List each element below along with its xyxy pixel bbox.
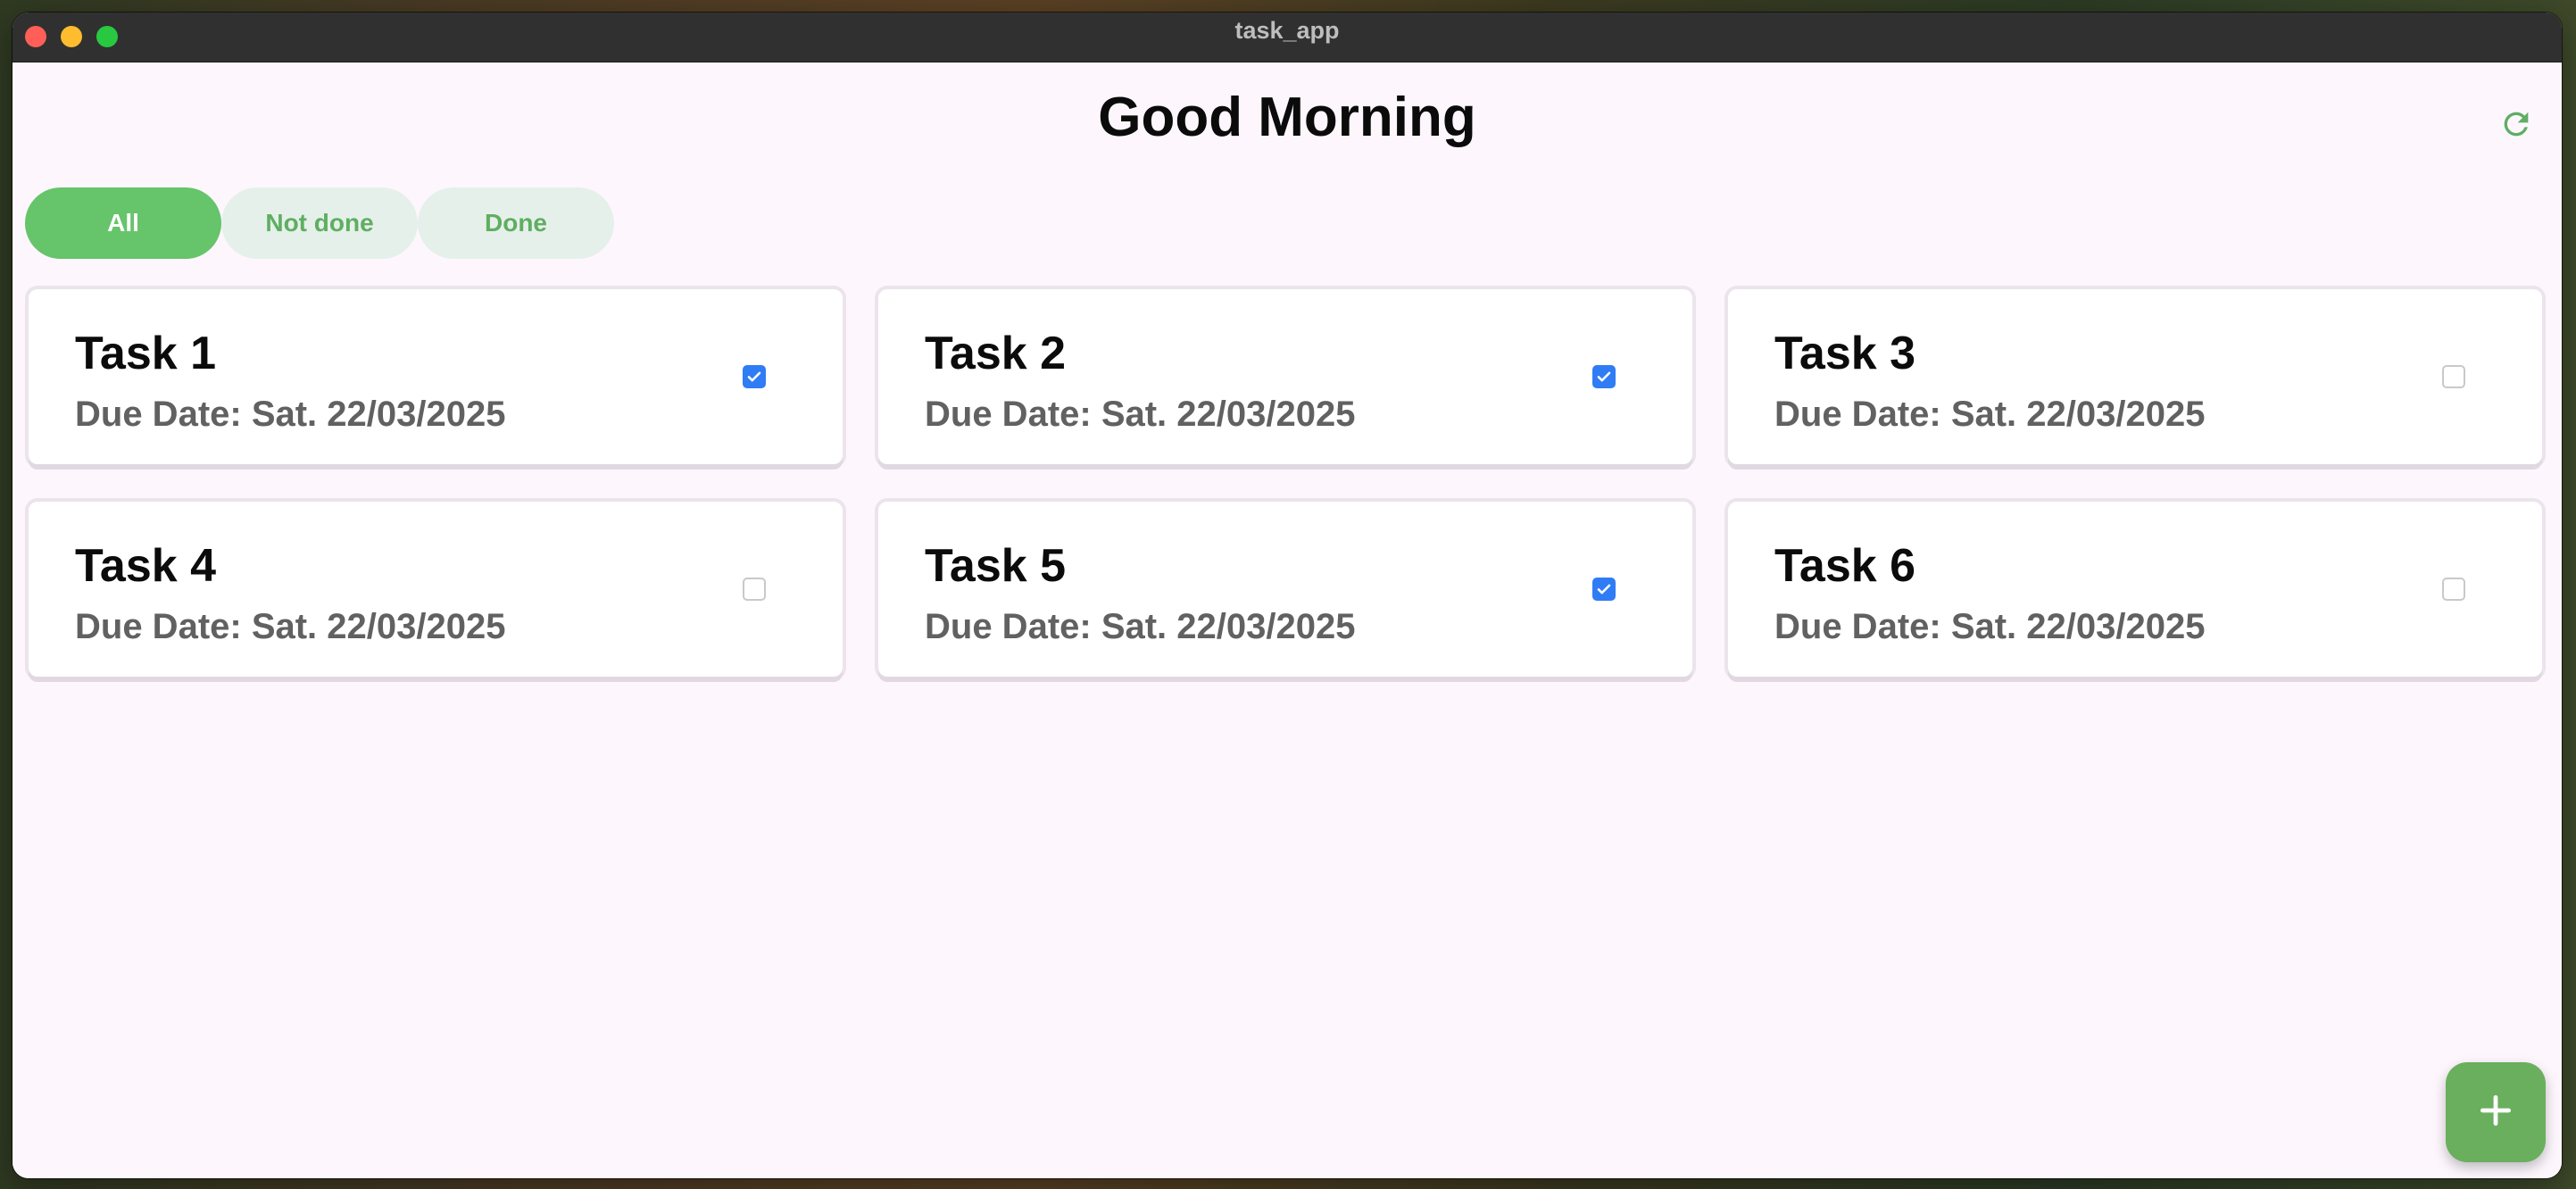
task-due-date: Due Date: Sat. 22/03/2025 <box>75 395 506 434</box>
task-done-checkbox[interactable] <box>1592 578 1616 601</box>
task-done-checkbox[interactable] <box>743 365 766 388</box>
plus-icon <box>2476 1091 2515 1135</box>
refresh-icon <box>2498 106 2534 146</box>
filter-all-chip[interactable]: All <box>25 187 221 259</box>
checkmark-icon <box>747 371 761 382</box>
task-title: Task 3 <box>1774 328 1916 379</box>
task-title: Task 6 <box>1774 540 1916 592</box>
task-grid: Task 1 Due Date: Sat. 22/03/2025 Task 2 … <box>29 289 2547 677</box>
task-done-checkbox[interactable] <box>1592 365 1616 388</box>
task-title: Task 5 <box>925 540 1067 592</box>
window-title: task_app <box>1234 17 1340 44</box>
task-card[interactable]: Task 2 Due Date: Sat. 22/03/2025 <box>878 289 1692 464</box>
filter-done-chip[interactable]: Done <box>418 187 614 259</box>
task-due-date: Due Date: Sat. 22/03/2025 <box>1774 607 2206 646</box>
task-card[interactable]: Task 1 Due Date: Sat. 22/03/2025 <box>29 289 843 464</box>
add-task-button[interactable] <box>2446 1062 2546 1162</box>
chip-label: Done <box>485 209 547 237</box>
task-due-date: Due Date: Sat. 22/03/2025 <box>925 395 1356 434</box>
filter-chips: All Not done Done <box>25 187 614 259</box>
chip-label: Not done <box>265 209 374 237</box>
task-title: Task 4 <box>75 540 217 592</box>
task-done-checkbox[interactable] <box>2442 365 2465 388</box>
task-due-date: Due Date: Sat. 22/03/2025 <box>75 607 506 646</box>
main-content: Good Morning All Not done Done Task 1 Du <box>12 62 2562 1178</box>
task-due-date: Due Date: Sat. 22/03/2025 <box>1774 395 2206 434</box>
page-title: Good Morning <box>1098 87 1476 148</box>
filter-not-done-chip[interactable]: Not done <box>221 187 418 259</box>
task-title: Task 2 <box>925 328 1067 379</box>
task-done-checkbox[interactable] <box>2442 578 2465 601</box>
task-card[interactable]: Task 4 Due Date: Sat. 22/03/2025 <box>29 502 843 677</box>
app-window: task_app Good Morning All Not done Done <box>12 12 2562 1178</box>
refresh-button[interactable] <box>2494 104 2539 148</box>
checkmark-icon <box>1597 584 1611 594</box>
task-due-date: Due Date: Sat. 22/03/2025 <box>925 607 1356 646</box>
title-bar: task_app <box>12 12 2562 62</box>
chip-label: All <box>107 209 139 237</box>
task-card[interactable]: Task 6 Due Date: Sat. 22/03/2025 <box>1728 502 2542 677</box>
task-card[interactable]: Task 3 Due Date: Sat. 22/03/2025 <box>1728 289 2542 464</box>
task-title: Task 1 <box>75 328 217 379</box>
task-done-checkbox[interactable] <box>743 578 766 601</box>
task-card[interactable]: Task 5 Due Date: Sat. 22/03/2025 <box>878 502 1692 677</box>
checkmark-icon <box>1597 371 1611 382</box>
